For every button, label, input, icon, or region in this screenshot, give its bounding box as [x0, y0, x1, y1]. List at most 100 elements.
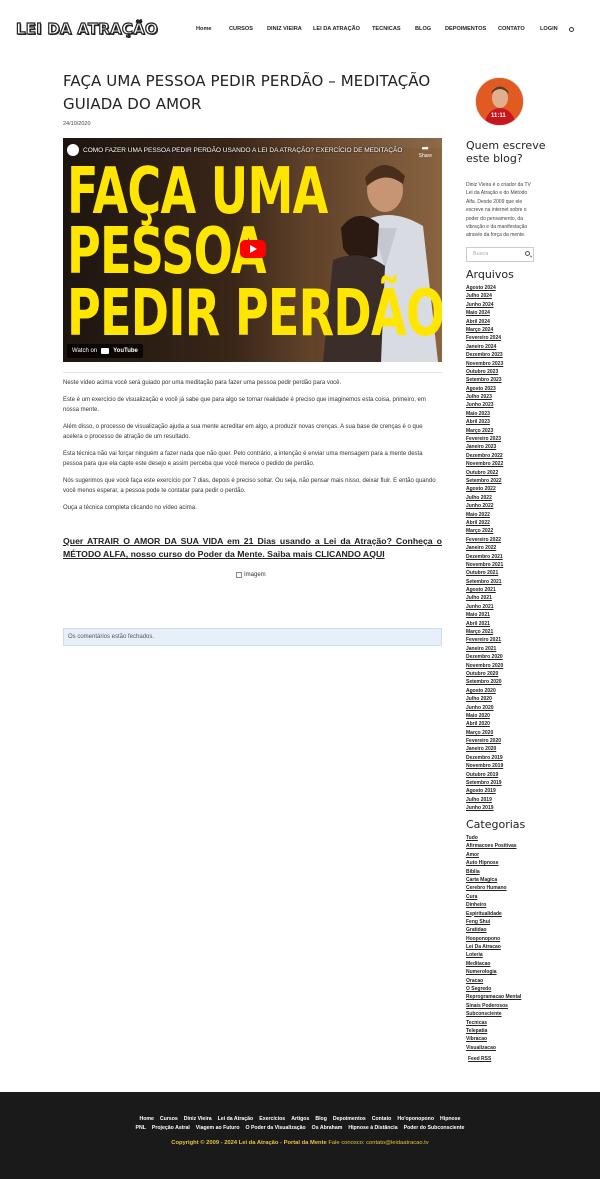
- site-logo[interactable]: LEI DA ATRAÇÃO: [15, 19, 158, 38]
- share-button[interactable]: ➦ Share: [419, 144, 432, 160]
- archive-link[interactable]: Março 2023: [466, 427, 503, 435]
- category-link[interactable]: Cura: [466, 893, 521, 901]
- channel-avatar[interactable]: [67, 144, 79, 156]
- category-link[interactable]: Meditacao: [466, 960, 521, 968]
- category-link[interactable]: Lei Da Atracao: [466, 943, 521, 951]
- footer-nav-link[interactable]: Viagem ao Futuro: [196, 1125, 240, 1131]
- footer-nav-link[interactable]: Blog: [315, 1116, 327, 1122]
- archive-link[interactable]: Agosto 2022: [466, 485, 503, 493]
- archive-link[interactable]: Maio 2021: [466, 611, 503, 619]
- category-link[interactable]: Carta Magica: [466, 876, 521, 884]
- contact-email-link[interactable]: contato@leidaatracao.tv: [366, 1140, 429, 1146]
- archive-link[interactable]: Junho 2020: [466, 704, 503, 712]
- category-link[interactable]: Feng Shui: [466, 918, 521, 926]
- archive-link[interactable]: Outubro 2021: [466, 569, 503, 577]
- footer-nav-link[interactable]: Projeção Astral: [152, 1125, 190, 1131]
- archive-link[interactable]: Agosto 2020: [466, 687, 503, 695]
- nav-tecnicas[interactable]: TECNICAS: [372, 26, 401, 32]
- footer-nav-link[interactable]: Cursos: [160, 1116, 178, 1122]
- footer-nav-link[interactable]: Ho'oponopono: [397, 1116, 434, 1122]
- category-link[interactable]: Amor: [466, 851, 521, 859]
- nav-cursos[interactable]: CURSOS: [229, 26, 253, 32]
- archive-link[interactable]: Janeiro 2022: [466, 544, 503, 552]
- footer-nav-link[interactable]: Artigos: [291, 1116, 309, 1122]
- category-link[interactable]: O Segredo: [466, 985, 521, 993]
- archive-link[interactable]: Fevereiro 2023: [466, 435, 503, 443]
- archive-link[interactable]: Março 2022: [466, 527, 503, 535]
- archive-link[interactable]: Setembro 2023: [466, 376, 503, 384]
- archive-link[interactable]: Novembro 2023: [466, 360, 503, 368]
- search-icon[interactable]: [569, 27, 574, 32]
- archive-link[interactable]: Agosto 2021: [466, 586, 503, 594]
- archive-link[interactable]: Junho 2023: [466, 401, 503, 409]
- category-link[interactable]: Espiritualidade: [466, 910, 521, 918]
- nav-lei-da-atracao[interactable]: LEI DA ATRAÇÃO: [313, 26, 360, 32]
- footer-nav-link[interactable]: Depoimentos: [333, 1116, 366, 1122]
- nav-depoimentos[interactable]: DEPOIMENTOS: [445, 26, 486, 32]
- footer-nav-link[interactable]: Hipnose à Distância: [348, 1125, 397, 1131]
- cta-link[interactable]: Quer ATRAIR O AMOR DA SUA VIDA em 21 Dia…: [63, 535, 442, 561]
- archive-link[interactable]: Abril 2023: [466, 418, 503, 426]
- archive-link[interactable]: Maio 2022: [466, 511, 503, 519]
- archive-link[interactable]: Julho 2023: [466, 393, 503, 401]
- sidebar-search-input[interactable]: Busca: [466, 247, 534, 262]
- archive-link[interactable]: Novembro 2022: [466, 460, 503, 468]
- broken-image[interactable]: Imagem: [236, 572, 266, 578]
- category-link[interactable]: Dinheiro: [466, 901, 521, 909]
- archive-link[interactable]: Dezembro 2019: [466, 754, 503, 762]
- archive-link[interactable]: Julho 2022: [466, 494, 503, 502]
- category-link[interactable]: Cerebro Humano: [466, 884, 521, 892]
- category-link[interactable]: Biblia: [466, 868, 521, 876]
- archive-link[interactable]: Setembro 2022: [466, 477, 503, 485]
- archive-link[interactable]: Junho 2021: [466, 603, 503, 611]
- archive-link[interactable]: Julho 2020: [466, 695, 503, 703]
- category-link[interactable]: Afirmacoes Positivas: [466, 842, 521, 850]
- archive-link[interactable]: Março 2024: [466, 326, 503, 334]
- archive-link[interactable]: Novembro 2020: [466, 662, 503, 670]
- archive-link[interactable]: Novembro 2019: [466, 762, 503, 770]
- video-title[interactable]: COMO FAZER UMA PESSOA PEDIR PERDÃO USAND…: [67, 144, 402, 156]
- archive-link[interactable]: Abril 2021: [466, 620, 503, 628]
- search-icon[interactable]: [525, 251, 530, 256]
- category-link[interactable]: Tecnicas: [466, 1019, 521, 1027]
- nav-contato[interactable]: CONTATO: [498, 26, 525, 32]
- archive-link[interactable]: Julho 2019: [466, 796, 503, 804]
- archive-link[interactable]: Fevereiro 2022: [466, 536, 503, 544]
- archive-link[interactable]: Dezembro 2023: [466, 351, 503, 359]
- category-link[interactable]: Hooponopono: [466, 935, 521, 943]
- archive-link[interactable]: Maio 2020: [466, 712, 503, 720]
- play-button[interactable]: [240, 240, 266, 258]
- archive-link[interactable]: Dezembro 2020: [466, 653, 503, 661]
- footer-nav-link[interactable]: Contato: [372, 1116, 392, 1122]
- archive-link[interactable]: Outubro 2019: [466, 771, 503, 779]
- category-link[interactable]: Gratidao: [466, 926, 521, 934]
- category-link[interactable]: Vibracao: [466, 1035, 521, 1043]
- archive-link[interactable]: Dezembro 2021: [466, 553, 503, 561]
- category-link[interactable]: Subconsciente: [466, 1010, 521, 1018]
- footer-nav-link[interactable]: Exercícios: [259, 1116, 285, 1122]
- category-link[interactable]: Reprogramacao Mental: [466, 993, 521, 1001]
- footer-nav-link[interactable]: Hipnose: [440, 1116, 460, 1122]
- archive-link[interactable]: Julho 2021: [466, 594, 503, 602]
- archive-link[interactable]: Junho 2022: [466, 502, 503, 510]
- archive-link[interactable]: Fevereiro 2024: [466, 334, 503, 342]
- archive-link[interactable]: Junho 2019: [466, 804, 503, 812]
- archive-link[interactable]: Janeiro 2021: [466, 645, 503, 653]
- archive-link[interactable]: Outubro 2022: [466, 469, 503, 477]
- footer-nav-link[interactable]: Poder do Subconsciente: [404, 1125, 465, 1131]
- archive-link[interactable]: Outubro 2023: [466, 368, 503, 376]
- archive-link[interactable]: Abril 2020: [466, 720, 503, 728]
- archive-link[interactable]: Maio 2024: [466, 309, 503, 317]
- category-link[interactable]: Visualizacao: [466, 1044, 521, 1052]
- archive-link[interactable]: Julho 2024: [466, 292, 503, 300]
- archive-link[interactable]: Fevereiro 2021: [466, 636, 503, 644]
- footer-nav-link[interactable]: O Poder da Visualização: [246, 1125, 306, 1131]
- category-link[interactable]: Numerologia: [466, 968, 521, 976]
- archive-link[interactable]: Dezembro 2022: [466, 452, 503, 460]
- category-link[interactable]: Loteria: [466, 951, 521, 959]
- category-link[interactable]: Sinais Poderosos: [466, 1002, 521, 1010]
- archive-link[interactable]: Abril 2024: [466, 318, 503, 326]
- category-link[interactable]: Oracao: [466, 977, 521, 985]
- nav-blog[interactable]: BLOG: [415, 26, 431, 32]
- archive-link[interactable]: Março 2020: [466, 729, 503, 737]
